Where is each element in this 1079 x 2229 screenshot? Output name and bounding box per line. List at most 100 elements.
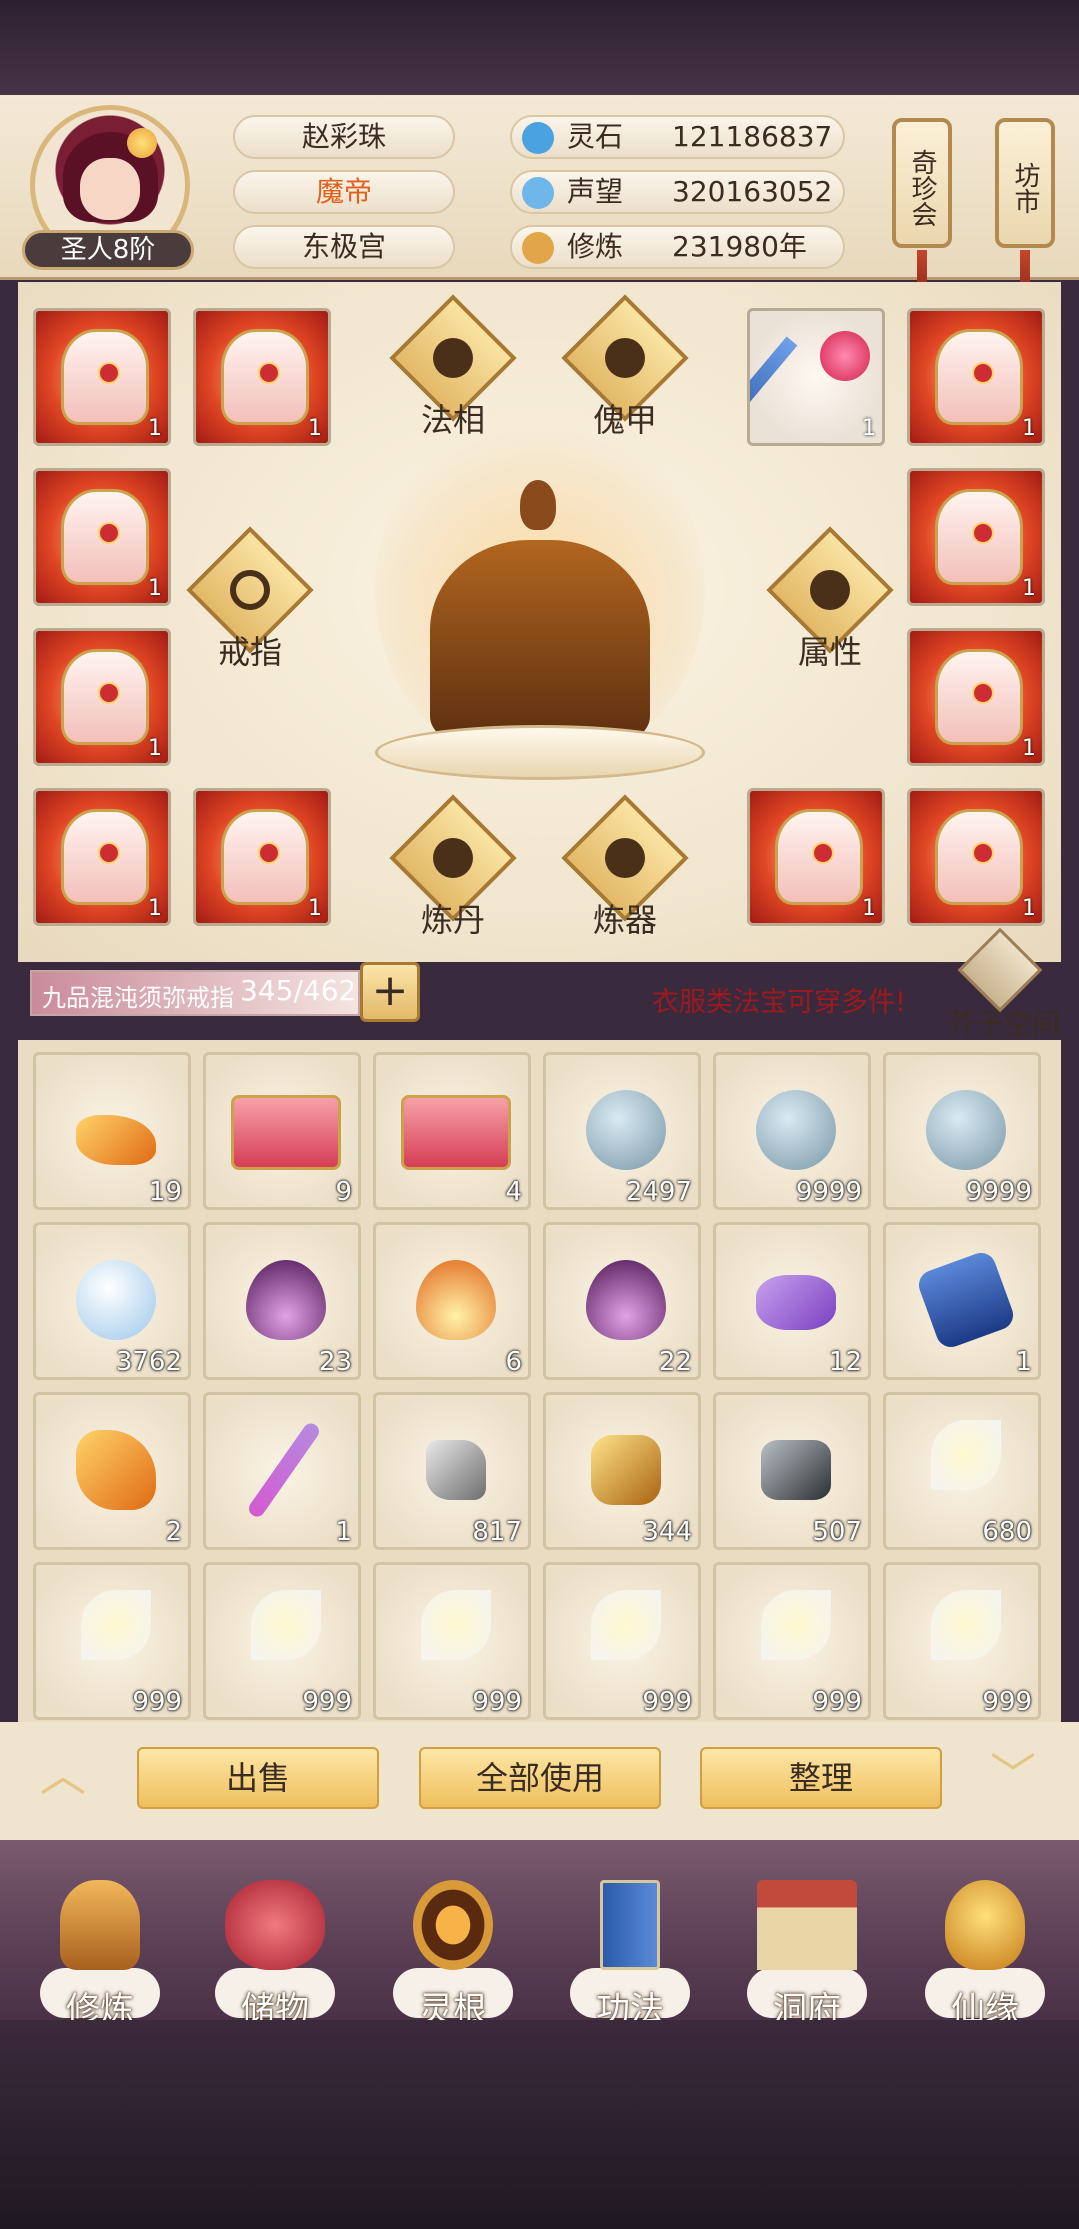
avatar-face [80,158,140,220]
item-quantity: 12 [828,1347,862,1377]
inventory-item[interactable]: 23 [203,1222,361,1380]
armor-icon [61,329,149,425]
inventory-item[interactable]: 6 [373,1222,531,1380]
slot-count: 1 [1022,576,1036,601]
white-lily-icon [251,1590,321,1660]
inventory-item[interactable]: 999 [373,1562,531,1720]
use-all-button[interactable]: 全部使用 [419,1747,661,1809]
equip-slot[interactable]: 1 [33,468,171,606]
purple-staff-icon [245,1420,323,1520]
nav-storage[interactable]: 储物 [200,1860,350,2040]
blue-token-icon [914,1248,1018,1352]
blue-orb-icon [926,1090,1006,1170]
item-quantity: 22 [658,1347,692,1377]
kuijia-label: 傀甲 [592,401,657,439]
inventory-item[interactable]: 2 [33,1392,191,1550]
equip-slot[interactable]: 1 [33,788,171,926]
bottom-backdrop [0,2020,1079,2229]
slot-count: 1 [308,416,322,441]
inventory-item[interactable]: 1 [203,1392,361,1550]
stat-spirit-stone: 灵石 121186837 [510,115,845,159]
inventory-item[interactable]: 999 [33,1562,191,1720]
sort-button[interactable]: 整理 [700,1747,942,1809]
equip-hint: 衣服类法宝可穿多件! [652,987,906,1018]
nav-cultivation[interactable]: 修炼 [25,1860,175,2040]
item-quantity: 2497 [625,1177,692,1207]
item-quantity: 817 [472,1517,522,1547]
inventory-item[interactable]: 4 [373,1052,531,1210]
expand-bag-button[interactable]: + [360,962,420,1022]
bag-capacity: 345/462 [240,974,357,1007]
treasure-fair-button[interactable]: 奇珍会 [892,118,952,248]
armor-icon [61,809,149,905]
slot-count: 1 [148,736,162,761]
item-quantity: 344 [642,1517,692,1547]
spirit-stone-icon [522,122,554,154]
forge-button[interactable]: 炼器 [561,794,689,945]
nav-spirit-root[interactable]: 灵根 [378,1860,528,2040]
equip-slot[interactable]: 1 [747,788,885,926]
equip-slot[interactable]: 1 [193,308,331,446]
ring-button[interactable]: 戒指 [186,526,314,677]
blue-orb-icon [586,1090,666,1170]
equip-slot[interactable]: 1 [747,308,885,446]
inventory-item[interactable]: 9999 [713,1052,871,1210]
inventory-item[interactable]: 999 [203,1562,361,1720]
inventory-item[interactable]: 817 [373,1392,531,1550]
orange-crystal-icon [76,1430,156,1510]
alchemy-button[interactable]: 炼丹 [389,794,517,945]
armor-icon [935,329,1023,425]
inventory-item[interactable]: 999 [883,1562,1041,1720]
nav-technique[interactable]: 功法 [555,1860,705,2040]
inventory-item[interactable]: 12 [713,1222,871,1380]
bag-name: 九品混沌须弥戒指 [42,984,234,1012]
orange-flame-icon [416,1260,496,1340]
equip-slot[interactable]: 1 [907,308,1045,446]
slot-count: 1 [862,416,876,441]
inventory-item[interactable]: 1 [883,1222,1041,1380]
inventory-item[interactable]: 3762 [33,1222,191,1380]
item-quantity: 999 [302,1687,352,1717]
inventory-item[interactable]: 22 [543,1222,701,1380]
equip-slot[interactable]: 1 [33,628,171,766]
purple-cloud-icon [756,1275,836,1330]
inventory-item[interactable]: 344 [543,1392,701,1550]
equip-slot[interactable]: 1 [33,308,171,446]
faxiang-label: 法相 [420,401,485,439]
item-quantity: 999 [132,1687,182,1717]
nav-immortal-fate[interactable]: 仙缘 [910,1860,1060,2040]
faxiang-button[interactable]: 法相 [389,294,517,445]
inventory-item[interactable]: 9 [203,1052,361,1210]
mustard-space-label: 芥子空间 [948,1007,1061,1040]
item-quantity: 999 [812,1687,862,1717]
stat-cultivation: 修炼 231980年 [510,225,845,269]
inventory-item[interactable]: 9999 [883,1052,1041,1210]
inventory-item[interactable]: 999 [543,1562,701,1720]
inventory-item[interactable]: 19 [33,1052,191,1210]
mustard-space-button[interactable]: 芥子空间 [940,927,1061,1042]
equip-slot[interactable]: 1 [193,788,331,926]
inventory-item[interactable]: 999 [713,1562,871,1720]
kuijia-button[interactable]: 傀甲 [561,294,689,445]
page-down-chevron-icon[interactable]: ﹀ [978,1752,1048,1798]
armor-icon [775,809,863,905]
technique-book-icon [600,1880,660,1970]
page-up-chevron-icon[interactable]: ︿ [28,1752,98,1798]
flower-ornament-icon [820,331,870,381]
sage-hat-icon [810,570,850,610]
equip-slot[interactable]: 1 [907,628,1045,766]
nav-cave-dwelling[interactable]: 洞府 [732,1860,882,2040]
equip-slot[interactable]: 1 [907,788,1045,926]
market-button[interactable]: 坊市 [995,118,1055,248]
equip-slot[interactable]: 1 [907,468,1045,606]
slot-count: 1 [148,416,162,441]
attributes-button[interactable]: 属性 [766,526,894,677]
inventory-item[interactable]: 680 [883,1392,1041,1550]
item-quantity: 1 [1015,1347,1032,1377]
gold-ore-icon [591,1435,661,1505]
inventory-item[interactable]: 507 [713,1392,871,1550]
sell-button[interactable]: 出售 [137,1747,379,1809]
inventory-item[interactable]: 2497 [543,1052,701,1210]
player-rank: 圣人8阶 [22,230,194,270]
blue-orb-icon [756,1090,836,1170]
